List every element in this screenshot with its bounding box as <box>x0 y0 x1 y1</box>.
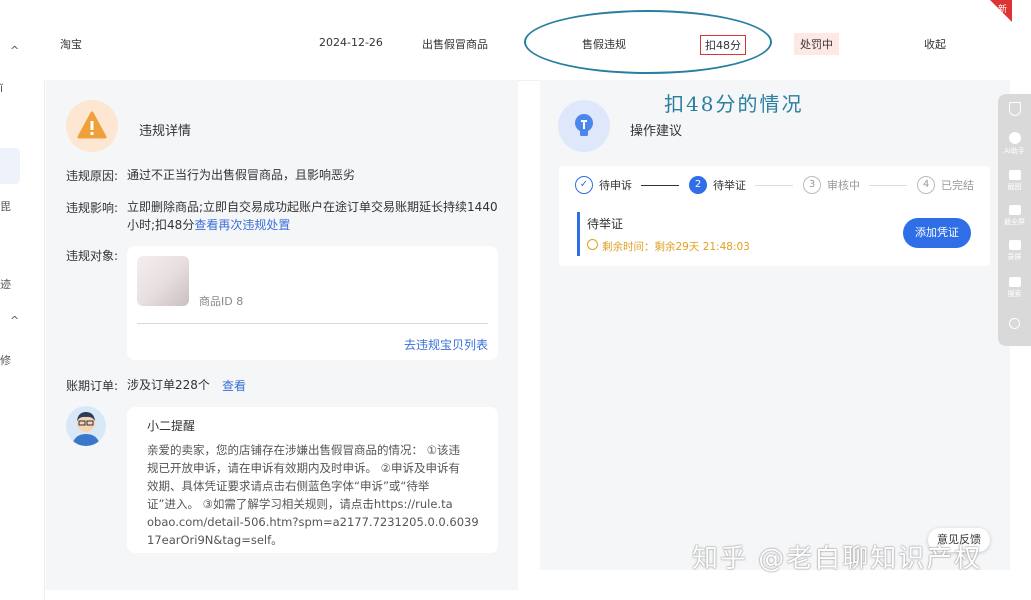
impact-label: 违规影响: <box>66 201 119 215</box>
orders-label: 账期订单: <box>66 379 119 393</box>
nav-selected-item[interactable] <box>0 148 20 184</box>
impact-line-1: 立即删除商品;立即自交易成功起账户在途订单交易账期延长持续1440 <box>127 200 498 214</box>
annotation-ellipse <box>524 10 772 74</box>
details-title: 违规详情 <box>139 124 192 139</box>
reminder-line: 规已开放申诉，请在申诉有效期内及时申诉。 ②申诉及申诉有 <box>147 461 460 475</box>
tool-label: 录屏 <box>1007 253 1022 261</box>
collapse-link[interactable]: 收起 <box>924 36 946 52</box>
step-pending-number: 4 <box>917 176 935 194</box>
status-accent-bar <box>577 212 580 256</box>
ai-assistant-tool[interactable]: AI助手 <box>998 132 1031 156</box>
reminder-title: 小二提醒 <box>147 419 196 433</box>
step-connector <box>869 185 907 186</box>
video-icon <box>1008 240 1021 250</box>
repeat-violation-link[interactable]: 查看再次违规处置 <box>194 218 290 232</box>
nav-mark[interactable]: 修 <box>0 352 11 368</box>
shield-icon[interactable] <box>998 102 1031 116</box>
reminder-line: obao.com/detail-506.htm?spm=a2177.723120… <box>147 515 479 529</box>
reminder-line: 效期、具体凭证要求请点击右侧蓝色字体“申诉”或“待举 <box>147 479 430 493</box>
tool-label: 截全屏 <box>1004 218 1025 226</box>
reminder-line: 证”进入。 ③如需了解学习相关规则，请点击https://rule.ta <box>147 497 453 511</box>
reminder-line: 亲爱的卖家，您的店铺存在涉嫌出售假冒商品的情况： ①该违 <box>147 443 460 457</box>
impact-line-2-text: 小时;扣48分 <box>127 218 195 232</box>
operation-advice-panel: 操作建议 ✓ 待申诉 2 待举证 3 审核中 4 已完结 待举证 剩余时间：剩余… <box>540 80 1010 570</box>
remaining-time: 剩余时间：剩余29天 21:48:03 <box>602 241 750 253</box>
record-tool[interactable]: 录屏 <box>998 240 1031 262</box>
watermark: 知乎 @老白聊知识产权 <box>692 544 983 574</box>
card-divider <box>137 323 488 324</box>
floating-toolbar: AI助手 截图 截全屏 录屏 搜索 <box>998 94 1031 346</box>
search-icon <box>1008 277 1021 287</box>
nav-mark[interactable]: 毘 <box>0 198 11 214</box>
impact-line-2: 小时;扣48分查看再次违规处置 <box>127 216 517 234</box>
settings-icon[interactable] <box>998 318 1031 329</box>
chevron-up-icon[interactable]: ^ <box>10 44 19 57</box>
lightbulb-icon <box>558 100 610 152</box>
ai-icon <box>1008 132 1021 144</box>
step-done-icon: ✓ <box>575 176 593 194</box>
screenshot-tool[interactable]: 截图 <box>998 170 1031 192</box>
new-tag-label: 新 <box>998 5 1008 15</box>
step-connector <box>641 185 679 186</box>
platform-cell: 淘宝 <box>60 38 82 51</box>
orders-value: 涉及订单228个 <box>127 378 210 392</box>
reason-label: 违规原因: <box>66 169 119 183</box>
chevron-up-icon[interactable]: ^ <box>10 314 19 327</box>
tool-label: 截图 <box>1007 183 1022 191</box>
step-label: 待举证 <box>713 179 746 192</box>
step-pending-number: 3 <box>803 176 821 194</box>
reminder-line: 17earOri9N&tag=self。 <box>147 533 283 547</box>
step-connector <box>755 185 793 186</box>
advice-title: 操作建议 <box>630 124 683 139</box>
step-label: 待申诉 <box>599 179 632 192</box>
reminder-body: 亲爱的卖家，您的店铺存在涉嫌出售假冒商品的情况： ①该违 规已开放申诉，请在申诉… <box>147 441 492 549</box>
search-tool[interactable]: 搜索 <box>998 277 1031 299</box>
product-id: 商品ID 8 <box>199 295 244 308</box>
nav-mark[interactable]: ǐ <box>0 82 3 95</box>
add-evidence-button[interactable]: 添加凭证 <box>903 218 971 248</box>
advice-card: ✓ 待申诉 2 待举证 3 审核中 4 已完结 待举证 剩余时间：剩余29天 2… <box>559 166 990 266</box>
tool-label: AI助手 <box>1004 147 1025 155</box>
product-list-link[interactable]: 去违规宝贝列表 <box>404 336 488 353</box>
reason-value: 通过不正当行为出售假冒商品，且影响恶劣 <box>127 168 356 182</box>
left-nav: ^ ǐ 毘 迹 ^ 修 <box>0 0 45 600</box>
reminder-bubble: 小二提醒 亲爱的卖家，您的店铺存在涉嫌出售假冒商品的情况： ①该违 规已开放申诉… <box>127 407 498 553</box>
violation-object-card: 商品ID 8 去违规宝贝列表 <box>127 246 498 360</box>
avatar <box>66 406 106 446</box>
product-thumbnail[interactable] <box>137 256 189 306</box>
fullscreen-icon <box>1008 205 1021 215</box>
fullscreen-capture-tool[interactable]: 截全屏 <box>998 205 1031 227</box>
nav-mark[interactable]: 迹 <box>0 276 11 292</box>
camera-icon <box>1008 170 1021 180</box>
impact-value: 立即删除商品;立即自交易成功起账户在途订单交易账期延长持续1440 小时;扣48… <box>127 198 517 234</box>
type-cell: 出售假冒商品 <box>422 38 488 51</box>
current-status: 待举证 <box>587 217 624 231</box>
clock-icon <box>587 239 598 250</box>
step-active-number: 2 <box>689 176 707 194</box>
step-label: 审核中 <box>827 179 860 192</box>
date-cell: 2024-12-26 <box>319 36 383 49</box>
tool-label: 搜索 <box>1007 290 1022 298</box>
object-label: 违规对象: <box>66 249 119 263</box>
status-badge: 处罚中 <box>794 33 839 55</box>
violation-details-panel: 违规详情 违规原因: 通过不正当行为出售假冒商品，且影响恶劣 违规影响: 立即删… <box>46 80 518 590</box>
warning-icon <box>66 100 118 152</box>
orders-view-link[interactable]: 查看 <box>222 377 246 394</box>
handwritten-annotation: 扣48分的情况 <box>664 92 804 116</box>
step-label: 已完结 <box>941 179 974 192</box>
